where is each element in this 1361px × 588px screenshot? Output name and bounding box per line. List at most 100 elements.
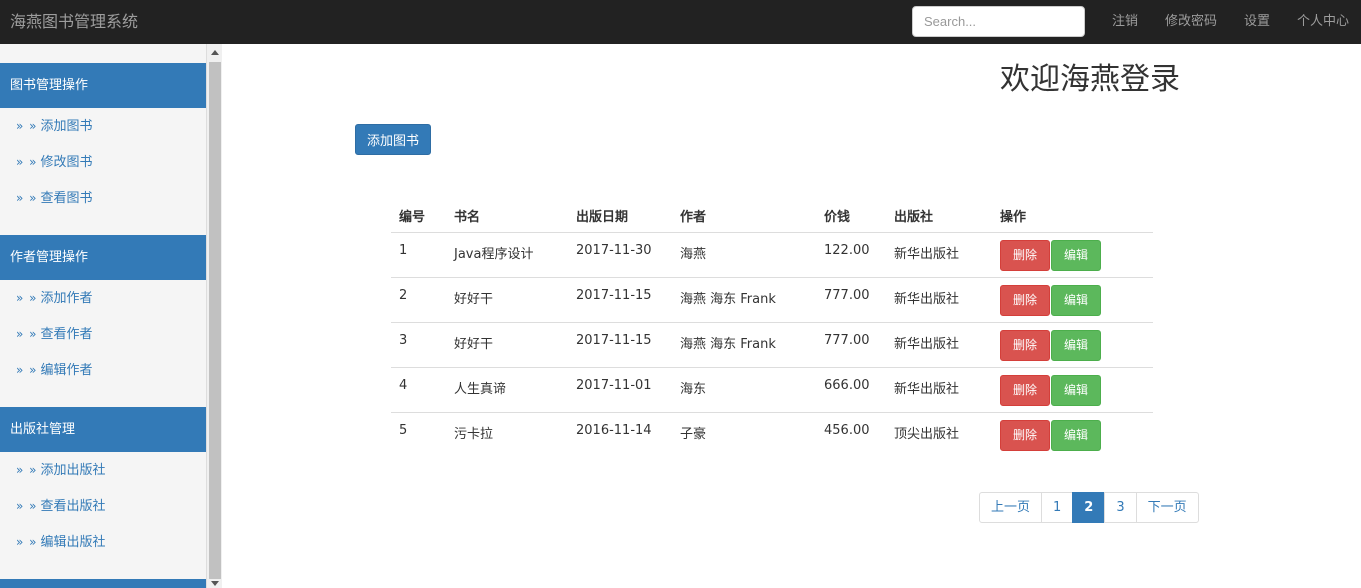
pagination-next[interactable]: 下一页 [1135,492,1199,523]
header-publisher: 出版社 [886,199,992,233]
cell-id: 4 [391,367,446,413]
pagination-page-1[interactable]: 1 [1041,492,1074,523]
scrollbar-thumb[interactable] [209,62,221,579]
cell-id: 1 [391,232,446,278]
profile-link[interactable]: 个人中心 [1297,0,1349,44]
sidebar-item-add-book[interactable]: » » 添加图书 [0,108,206,144]
cell-id: 5 [399,422,408,438]
cell-date: 2017-11-01 [568,367,672,413]
table-row: 5 污卡拉 2016-11-14 子豪 456.00 顶尖出版社 删除 编辑 [391,412,1153,457]
cell-date: 2017-11-30 [568,232,672,278]
edit-button[interactable]: 编辑 [1051,419,1101,451]
scroll-up-arrow-icon[interactable] [211,50,219,55]
edit-button[interactable]: 编辑 [1051,329,1101,361]
cell-price: 122.00 [816,232,886,278]
sidebar-item-edit-publisher[interactable]: » » 编辑出版社 [0,524,206,560]
table-row: 2 好好干 2017-11-15 海燕 海东 Frank 777.00 新华出版… [391,277,1153,323]
cell-actions: 删除 编辑 [992,412,1153,457]
delete-button[interactable]: 删除 [1000,284,1050,316]
cell-date: 2016-11-14 [576,422,652,438]
section-header-publishers[interactable]: 出版社管理 [0,407,206,452]
sidebar-item-edit-book[interactable]: » » 修改图书 [0,144,206,180]
header-id: 编号 [391,199,446,233]
pagination: 上一页 1 2 3 下一页 [979,492,1199,523]
cell-title: 好好干 [446,322,568,368]
delete-button[interactable]: 删除 [1000,374,1050,406]
top-navbar: 海燕图书管理系统 注销 修改密码 设置 个人中心 [0,0,1361,44]
header-price: 价钱 [816,199,886,233]
cell-date: 2017-11-15 [568,277,672,323]
delete-button[interactable]: 删除 [1000,239,1050,271]
sidebar-item-label: 查看图书 [40,191,93,206]
section-header-partial [0,579,206,588]
sidebar-item-label: 添加出版社 [40,463,106,478]
cell-title: 好好干 [446,277,568,323]
cell-price: 777.00 [816,322,886,368]
double-chevron-icon: » » [16,155,38,169]
sidebar-item-view-books[interactable]: » » 查看图书 [0,180,206,216]
cell-id: 2 [391,277,446,323]
header-actions: 操作 [992,199,1153,233]
books-table: 编号 书名 出版日期 作者 价钱 出版社 操作 1 Java程序设计 2017-… [391,199,1153,457]
double-chevron-icon: » » [16,327,38,341]
cell-author: 海燕 海东 Frank [672,277,816,323]
sidebar-item-label: 编辑出版社 [40,535,106,550]
double-chevron-icon: » » [16,499,38,513]
cell-publisher: 新华出版社 [886,367,992,413]
sidebar-item-edit-author[interactable]: » » 编辑作者 [0,352,206,388]
delete-button[interactable]: 删除 [1000,419,1050,451]
cell-price: 456.00 [824,422,870,438]
section-header-books[interactable]: 图书管理操作 [0,63,206,108]
sidebar-item-view-authors[interactable]: » » 查看作者 [0,316,206,352]
table-row: 4 人生真谛 2017-11-01 海东 666.00 新华出版社 删除 编辑 [391,367,1153,413]
cell-author: 海东 [672,367,816,413]
cell-author: 海燕 海东 Frank [672,322,816,368]
section-items-authors: » » 添加作者 » » 查看作者 » » 编辑作者 [0,280,206,388]
sidebar-item-label: 修改图书 [40,155,93,170]
settings-link[interactable]: 设置 [1244,0,1270,44]
sidebar-item-add-author[interactable]: » » 添加作者 [0,280,206,316]
change-password-link[interactable]: 修改密码 [1165,0,1217,44]
cell-author: 海燕 [672,232,816,278]
logout-link[interactable]: 注销 [1112,0,1138,44]
add-book-button[interactable]: 添加图书 [355,124,431,155]
header-title: 书名 [446,199,568,233]
double-chevron-icon: » » [16,291,38,305]
pagination-page-3[interactable]: 3 [1104,492,1137,523]
section-items-books: » » 添加图书 » » 修改图书 » » 查看图书 [0,108,206,216]
double-chevron-icon: » » [16,363,38,377]
table-row: 3 好好干 2017-11-15 海燕 海东 Frank 777.00 新华出版… [391,322,1153,368]
sidebar-item-label: 添加作者 [40,291,93,306]
sidebar-menu: 图书管理操作 » » 添加图书 » » 修改图书 » » 查看图书 作者管理操作 » … [0,44,206,588]
search-input[interactable] [912,6,1085,37]
edit-button[interactable]: 编辑 [1051,374,1101,406]
delete-button[interactable]: 删除 [1000,329,1050,361]
cell-id: 3 [391,322,446,368]
header-publish-date: 出版日期 [568,199,672,233]
pagination-prev[interactable]: 上一页 [979,492,1043,523]
cell-date: 2017-11-15 [568,322,672,368]
cell-actions: 删除 编辑 [992,232,1153,278]
double-chevron-icon: » » [16,535,38,549]
scroll-down-arrow-icon[interactable] [211,581,219,586]
cell-publisher: 顶尖出版社 [894,426,960,442]
welcome-heading: 欢迎海燕登录 [1000,62,1180,97]
brand-title[interactable]: 海燕图书管理系统 [10,11,138,33]
double-chevron-icon: » » [16,463,38,477]
cell-publisher: 新华出版社 [886,322,992,368]
edit-button[interactable]: 编辑 [1051,239,1101,271]
cell-title: 人生真谛 [446,367,568,413]
sidebar-scrollbar[interactable] [206,44,222,588]
cell-price: 666.00 [816,367,886,413]
section-header-authors[interactable]: 作者管理操作 [0,235,206,280]
edit-button[interactable]: 编辑 [1051,284,1101,316]
pagination-page-2[interactable]: 2 [1072,492,1106,523]
sidebar-item-label: 添加图书 [40,119,93,134]
sidebar-item-add-publisher[interactable]: » » 添加出版社 [0,452,206,488]
sidebar-item-view-publishers[interactable]: » » 查看出版社 [0,488,206,524]
cell-publisher: 新华出版社 [886,232,992,278]
cell-title: Java程序设计 [446,232,568,278]
